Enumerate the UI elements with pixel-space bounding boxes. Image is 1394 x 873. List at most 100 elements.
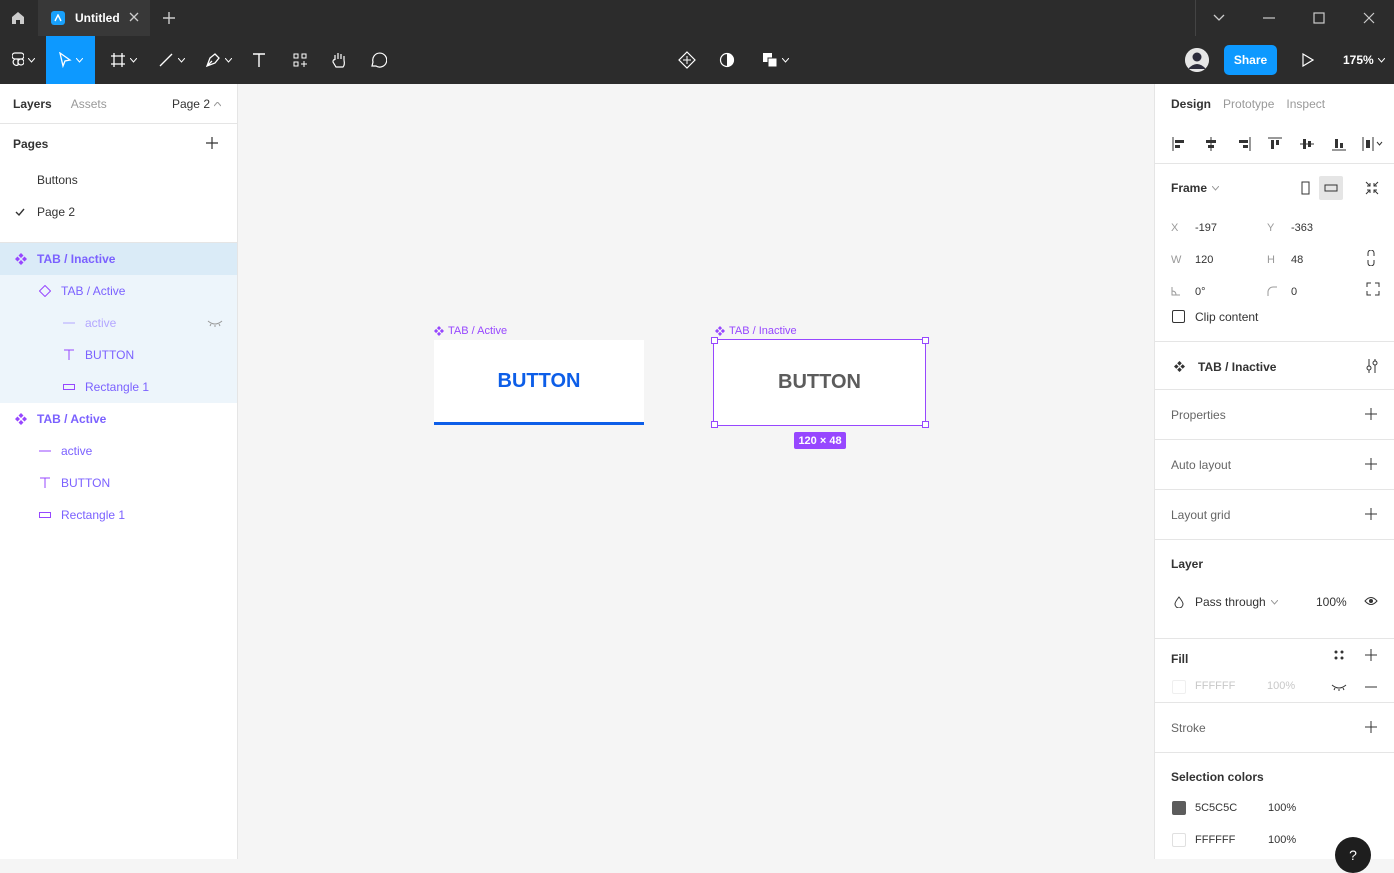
move-tool-button[interactable] — [46, 36, 95, 84]
layer-opacity[interactable]: 100% — [1316, 595, 1347, 609]
chevron-up-icon — [214, 101, 221, 106]
close-tab-icon[interactable] — [128, 11, 140, 23]
resize-handle-top-right[interactable] — [922, 337, 929, 344]
align-top-icon[interactable] — [1267, 136, 1283, 152]
radius-value: 0 — [1291, 286, 1298, 298]
tab-prototype[interactable]: Prototype — [1223, 97, 1274, 111]
selection-colors-title: Selection colors — [1171, 770, 1264, 784]
align-left-icon[interactable] — [1171, 136, 1187, 152]
hand-tool-button[interactable] — [327, 36, 351, 84]
layer-title: Layer — [1171, 557, 1204, 571]
layer-active-line[interactable]: active — [0, 435, 237, 467]
tab-inspect[interactable]: Inspect — [1286, 97, 1325, 111]
remove-fill-icon[interactable] — [1364, 686, 1378, 688]
maximize-icon[interactable] — [1294, 0, 1344, 36]
layout-grid-section: Layout grid — [1155, 490, 1394, 540]
current-page-label: Page 2 — [171, 97, 210, 111]
present-button[interactable] — [1296, 36, 1320, 84]
clip-content-checkbox[interactable] — [1172, 310, 1185, 323]
page-item-buttons[interactable]: Buttons — [0, 164, 237, 196]
resize-handle-top-left[interactable] — [711, 337, 718, 344]
layer-tab-active[interactable]: TAB / Active — [0, 403, 237, 435]
layer-button-text[interactable]: BUTTON — [0, 339, 237, 371]
portrait-icon[interactable] — [1301, 181, 1311, 195]
add-page-icon[interactable] — [205, 136, 219, 150]
add-property-icon[interactable] — [1364, 407, 1378, 421]
align-vertical-center-icon[interactable] — [1299, 136, 1315, 152]
line-tool-button[interactable] — [153, 36, 189, 84]
layer-label: TAB / Active — [61, 284, 126, 298]
close-window-icon[interactable] — [1344, 0, 1394, 36]
new-tab-icon[interactable] — [160, 9, 178, 27]
blend-mode-dropdown[interactable]: Pass through — [1195, 595, 1278, 609]
resize-handle-bottom-right[interactable] — [922, 421, 929, 428]
home-icon[interactable] — [0, 0, 36, 36]
add-layout-grid-icon[interactable] — [1364, 507, 1378, 521]
line-icon — [63, 322, 75, 324]
layer-rectangle[interactable]: Rectangle 1 — [0, 371, 237, 403]
constrain-proportions-icon[interactable] — [1366, 250, 1376, 266]
page-item-page-2[interactable]: Page 2 — [0, 196, 237, 228]
canvas[interactable]: TAB / Active BUTTON TAB / Inactive BUTTO… — [238, 84, 1154, 859]
x-label: X — [1171, 222, 1179, 234]
play-icon — [1302, 53, 1314, 67]
layer-tab-active-instance[interactable]: TAB / Active — [0, 275, 237, 307]
color-opacity[interactable]: 100% — [1268, 834, 1296, 846]
main-menu-button[interactable] — [0, 36, 46, 84]
hidden-eye-icon[interactable] — [207, 319, 223, 327]
component-tool-button[interactable] — [675, 36, 699, 84]
file-tab[interactable]: Untitled — [38, 0, 150, 36]
frame-label-tab-inactive[interactable]: TAB / Inactive — [715, 325, 797, 337]
color-hex[interactable]: 5C5C5C — [1195, 802, 1237, 814]
frame-tool-button[interactable] — [105, 36, 141, 84]
align-horizontal-center-icon[interactable] — [1203, 136, 1219, 152]
independent-corners-icon[interactable] — [1366, 282, 1380, 296]
eye-icon[interactable] — [1364, 595, 1378, 607]
fill-swatch[interactable] — [1172, 680, 1186, 694]
component-settings-icon[interactable] — [1365, 358, 1379, 374]
fill-hex[interactable]: FFFFFF — [1195, 680, 1235, 692]
tab-assets[interactable]: Assets — [71, 97, 107, 111]
tab-active-frame[interactable]: BUTTON — [434, 340, 644, 425]
resources-button[interactable] — [288, 36, 312, 84]
resize-handle-bottom-left[interactable] — [711, 421, 718, 428]
text-tool-button[interactable] — [247, 36, 271, 84]
layer-rectangle[interactable]: Rectangle 1 — [0, 499, 237, 531]
frame-title[interactable]: Frame — [1171, 181, 1207, 195]
tab-design[interactable]: Design — [1171, 97, 1211, 111]
color-hex[interactable]: FFFFFF — [1195, 834, 1235, 846]
help-button[interactable]: ? — [1335, 837, 1371, 873]
add-auto-layout-icon[interactable] — [1364, 457, 1378, 471]
hidden-eye-icon[interactable] — [1331, 683, 1347, 691]
layer-button-text[interactable]: BUTTON — [0, 467, 237, 499]
color-swatch[interactable] — [1172, 801, 1186, 815]
pen-tool-button[interactable] — [200, 36, 236, 84]
resize-to-fit-icon[interactable] — [1365, 181, 1379, 195]
align-bottom-icon[interactable] — [1331, 136, 1347, 152]
color-opacity[interactable]: 100% — [1268, 802, 1296, 814]
boolean-tool-button[interactable] — [758, 36, 792, 84]
zoom-dropdown[interactable]: 175% — [1343, 36, 1385, 84]
add-stroke-icon[interactable] — [1364, 720, 1378, 734]
share-button[interactable]: Share — [1224, 45, 1277, 75]
distribute-icon[interactable] — [1361, 136, 1383, 152]
align-right-icon[interactable] — [1236, 136, 1252, 152]
chevron-down-icon[interactable] — [1194, 0, 1244, 36]
comment-tool-button[interactable] — [366, 36, 390, 84]
minimize-icon[interactable] — [1244, 0, 1294, 36]
mask-tool-button[interactable] — [715, 36, 739, 84]
landscape-icon[interactable] — [1319, 176, 1343, 200]
styles-icon[interactable] — [1333, 649, 1345, 661]
layer-tab-inactive[interactable]: TAB / Inactive — [0, 243, 237, 275]
add-fill-icon[interactable] — [1364, 648, 1378, 662]
fill-opacity[interactable]: 100% — [1267, 680, 1295, 692]
color-swatch[interactable] — [1172, 833, 1186, 847]
tab-layers[interactable]: Layers — [13, 97, 52, 111]
component-name[interactable]: TAB / Inactive — [1198, 360, 1276, 374]
page-switcher[interactable]: Page 2 — [172, 97, 221, 111]
frame-label-tab-active[interactable]: TAB / Active — [434, 325, 507, 337]
component-icon — [15, 413, 27, 425]
avatar[interactable] — [1185, 48, 1209, 72]
tab-inactive-frame[interactable]: BUTTON — [713, 339, 926, 426]
layer-active-line[interactable]: active — [0, 307, 237, 339]
